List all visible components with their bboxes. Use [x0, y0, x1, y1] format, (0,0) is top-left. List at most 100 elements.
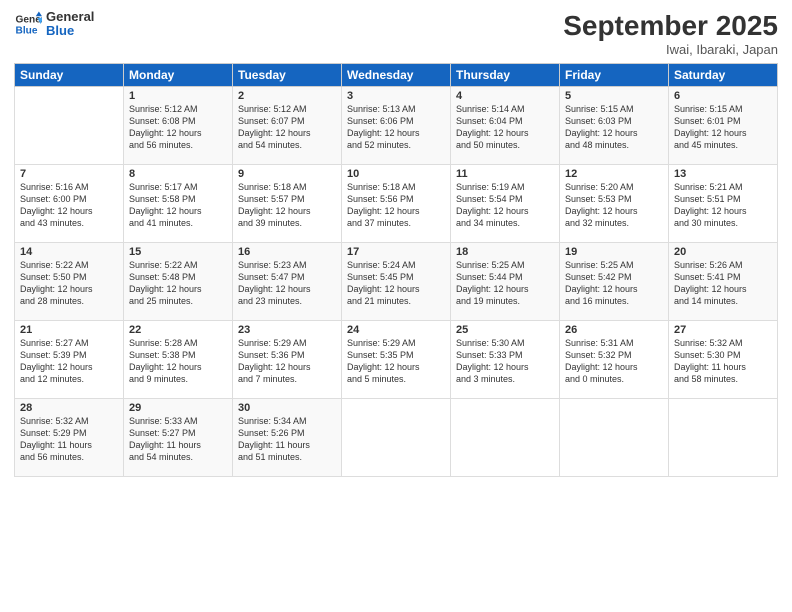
- day-cell: 29Sunrise: 5:33 AMSunset: 5:27 PMDayligh…: [124, 399, 233, 477]
- day-info: Sunrise: 5:30 AMSunset: 5:33 PMDaylight:…: [456, 337, 554, 386]
- day-number: 30: [238, 402, 336, 414]
- day-cell: 23Sunrise: 5:29 AMSunset: 5:36 PMDayligh…: [233, 321, 342, 399]
- day-info: Sunrise: 5:34 AMSunset: 5:26 PMDaylight:…: [238, 415, 336, 464]
- title-block: September 2025 Iwai, Ibaraki, Japan: [563, 10, 778, 57]
- day-info: Sunrise: 5:32 AMSunset: 5:29 PMDaylight:…: [20, 415, 118, 464]
- logo-general: General: [46, 10, 94, 24]
- day-cell: 24Sunrise: 5:29 AMSunset: 5:35 PMDayligh…: [342, 321, 451, 399]
- day-number: 1: [129, 90, 227, 102]
- day-number: 18: [456, 246, 554, 258]
- day-info: Sunrise: 5:18 AMSunset: 5:57 PMDaylight:…: [238, 181, 336, 230]
- day-number: 27: [674, 324, 772, 336]
- day-info: Sunrise: 5:16 AMSunset: 6:00 PMDaylight:…: [20, 181, 118, 230]
- day-info: Sunrise: 5:18 AMSunset: 5:56 PMDaylight:…: [347, 181, 445, 230]
- day-number: 9: [238, 168, 336, 180]
- day-info: Sunrise: 5:12 AMSunset: 6:07 PMDaylight:…: [238, 103, 336, 152]
- day-cell: [15, 87, 124, 165]
- day-cell: 10Sunrise: 5:18 AMSunset: 5:56 PMDayligh…: [342, 165, 451, 243]
- weekday-header-monday: Monday: [124, 64, 233, 87]
- day-cell: 17Sunrise: 5:24 AMSunset: 5:45 PMDayligh…: [342, 243, 451, 321]
- day-number: 24: [347, 324, 445, 336]
- day-number: 5: [565, 90, 663, 102]
- day-number: 7: [20, 168, 118, 180]
- day-number: 3: [347, 90, 445, 102]
- month-title: September 2025: [563, 10, 778, 42]
- day-number: 16: [238, 246, 336, 258]
- week-row-2: 7Sunrise: 5:16 AMSunset: 6:00 PMDaylight…: [15, 165, 778, 243]
- day-info: Sunrise: 5:25 AMSunset: 5:42 PMDaylight:…: [565, 259, 663, 308]
- day-info: Sunrise: 5:26 AMSunset: 5:41 PMDaylight:…: [674, 259, 772, 308]
- header: General Blue General Blue September 2025…: [14, 10, 778, 57]
- weekday-header-sunday: Sunday: [15, 64, 124, 87]
- day-cell: 1Sunrise: 5:12 AMSunset: 6:08 PMDaylight…: [124, 87, 233, 165]
- weekday-header-friday: Friday: [560, 64, 669, 87]
- day-info: Sunrise: 5:28 AMSunset: 5:38 PMDaylight:…: [129, 337, 227, 386]
- day-cell: [669, 399, 778, 477]
- week-row-5: 28Sunrise: 5:32 AMSunset: 5:29 PMDayligh…: [15, 399, 778, 477]
- day-number: 15: [129, 246, 227, 258]
- day-cell: 27Sunrise: 5:32 AMSunset: 5:30 PMDayligh…: [669, 321, 778, 399]
- day-cell: 25Sunrise: 5:30 AMSunset: 5:33 PMDayligh…: [451, 321, 560, 399]
- day-number: 8: [129, 168, 227, 180]
- day-cell: 3Sunrise: 5:13 AMSunset: 6:06 PMDaylight…: [342, 87, 451, 165]
- day-info: Sunrise: 5:31 AMSunset: 5:32 PMDaylight:…: [565, 337, 663, 386]
- day-cell: 6Sunrise: 5:15 AMSunset: 6:01 PMDaylight…: [669, 87, 778, 165]
- day-info: Sunrise: 5:22 AMSunset: 5:50 PMDaylight:…: [20, 259, 118, 308]
- day-number: 29: [129, 402, 227, 414]
- day-cell: 2Sunrise: 5:12 AMSunset: 6:07 PMDaylight…: [233, 87, 342, 165]
- day-cell: 30Sunrise: 5:34 AMSunset: 5:26 PMDayligh…: [233, 399, 342, 477]
- day-number: 19: [565, 246, 663, 258]
- calendar-table: SundayMondayTuesdayWednesdayThursdayFrid…: [14, 63, 778, 477]
- day-number: 12: [565, 168, 663, 180]
- week-row-1: 1Sunrise: 5:12 AMSunset: 6:08 PMDaylight…: [15, 87, 778, 165]
- svg-text:Blue: Blue: [16, 26, 38, 37]
- day-info: Sunrise: 5:13 AMSunset: 6:06 PMDaylight:…: [347, 103, 445, 152]
- day-number: 23: [238, 324, 336, 336]
- day-cell: 4Sunrise: 5:14 AMSunset: 6:04 PMDaylight…: [451, 87, 560, 165]
- weekday-header-row: SundayMondayTuesdayWednesdayThursdayFrid…: [15, 64, 778, 87]
- day-info: Sunrise: 5:21 AMSunset: 5:51 PMDaylight:…: [674, 181, 772, 230]
- calendar-page: General Blue General Blue September 2025…: [0, 0, 792, 612]
- day-info: Sunrise: 5:22 AMSunset: 5:48 PMDaylight:…: [129, 259, 227, 308]
- day-info: Sunrise: 5:29 AMSunset: 5:36 PMDaylight:…: [238, 337, 336, 386]
- day-number: 28: [20, 402, 118, 414]
- day-info: Sunrise: 5:27 AMSunset: 5:39 PMDaylight:…: [20, 337, 118, 386]
- day-number: 13: [674, 168, 772, 180]
- day-info: Sunrise: 5:23 AMSunset: 5:47 PMDaylight:…: [238, 259, 336, 308]
- day-cell: 26Sunrise: 5:31 AMSunset: 5:32 PMDayligh…: [560, 321, 669, 399]
- day-cell: [560, 399, 669, 477]
- weekday-header-thursday: Thursday: [451, 64, 560, 87]
- day-info: Sunrise: 5:14 AMSunset: 6:04 PMDaylight:…: [456, 103, 554, 152]
- day-cell: 5Sunrise: 5:15 AMSunset: 6:03 PMDaylight…: [560, 87, 669, 165]
- day-cell: 13Sunrise: 5:21 AMSunset: 5:51 PMDayligh…: [669, 165, 778, 243]
- day-info: Sunrise: 5:19 AMSunset: 5:54 PMDaylight:…: [456, 181, 554, 230]
- day-info: Sunrise: 5:33 AMSunset: 5:27 PMDaylight:…: [129, 415, 227, 464]
- day-number: 17: [347, 246, 445, 258]
- day-number: 26: [565, 324, 663, 336]
- day-info: Sunrise: 5:25 AMSunset: 5:44 PMDaylight:…: [456, 259, 554, 308]
- day-cell: 22Sunrise: 5:28 AMSunset: 5:38 PMDayligh…: [124, 321, 233, 399]
- day-number: 10: [347, 168, 445, 180]
- day-number: 25: [456, 324, 554, 336]
- day-number: 21: [20, 324, 118, 336]
- day-info: Sunrise: 5:15 AMSunset: 6:01 PMDaylight:…: [674, 103, 772, 152]
- day-cell: 12Sunrise: 5:20 AMSunset: 5:53 PMDayligh…: [560, 165, 669, 243]
- weekday-header-saturday: Saturday: [669, 64, 778, 87]
- day-cell: 18Sunrise: 5:25 AMSunset: 5:44 PMDayligh…: [451, 243, 560, 321]
- day-cell: 19Sunrise: 5:25 AMSunset: 5:42 PMDayligh…: [560, 243, 669, 321]
- day-cell: 21Sunrise: 5:27 AMSunset: 5:39 PMDayligh…: [15, 321, 124, 399]
- weekday-header-wednesday: Wednesday: [342, 64, 451, 87]
- day-cell: 16Sunrise: 5:23 AMSunset: 5:47 PMDayligh…: [233, 243, 342, 321]
- logo: General Blue General Blue: [14, 10, 94, 39]
- day-cell: 20Sunrise: 5:26 AMSunset: 5:41 PMDayligh…: [669, 243, 778, 321]
- day-cell: 11Sunrise: 5:19 AMSunset: 5:54 PMDayligh…: [451, 165, 560, 243]
- day-cell: 15Sunrise: 5:22 AMSunset: 5:48 PMDayligh…: [124, 243, 233, 321]
- day-cell: 14Sunrise: 5:22 AMSunset: 5:50 PMDayligh…: [15, 243, 124, 321]
- day-info: Sunrise: 5:20 AMSunset: 5:53 PMDaylight:…: [565, 181, 663, 230]
- day-info: Sunrise: 5:24 AMSunset: 5:45 PMDaylight:…: [347, 259, 445, 308]
- logo-blue: Blue: [46, 24, 94, 38]
- day-number: 6: [674, 90, 772, 102]
- day-info: Sunrise: 5:15 AMSunset: 6:03 PMDaylight:…: [565, 103, 663, 152]
- logo-icon: General Blue: [14, 10, 42, 38]
- day-number: 22: [129, 324, 227, 336]
